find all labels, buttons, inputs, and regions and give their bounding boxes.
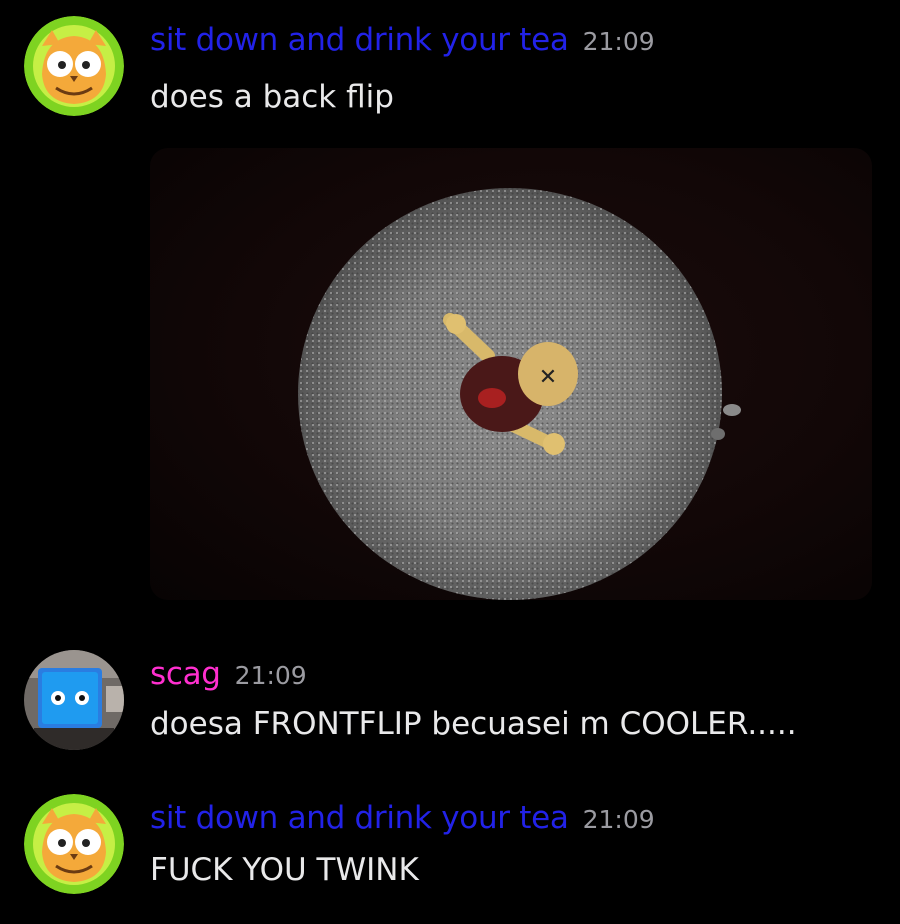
message-timestamp: 21:09 <box>234 661 307 690</box>
message-header: scag 21:09 <box>150 656 307 692</box>
owl-avatar-icon[interactable] <box>24 794 124 894</box>
message-text: FUCK YOU TWINK <box>150 852 419 888</box>
chat-message: sit down and drink your tea 21:09 does a … <box>0 0 900 610</box>
author-name[interactable]: scag <box>150 656 221 692</box>
ragdoll-on-gravel-image[interactable]: ✕ <box>150 148 872 600</box>
svg-text:✕: ✕ <box>539 365 557 390</box>
message-timestamp: 21:09 <box>582 805 655 834</box>
chat-message: scag 21:09 doesa FRONTFLIP becuasei m COO… <box>0 640 900 760</box>
message-header: sit down and drink your tea 21:09 <box>150 22 655 58</box>
message-timestamp: 21:09 <box>582 27 655 56</box>
chat-message: sit down and drink your tea 21:09 FUCK YO… <box>0 790 900 910</box>
author-name[interactable]: sit down and drink your tea <box>150 800 569 836</box>
message-header: sit down and drink your tea 21:09 <box>150 800 655 836</box>
message-text: doesa FRONTFLIP becuasei m COOLER..... <box>150 706 797 742</box>
blue-monitor-avatar-icon[interactable] <box>24 650 124 750</box>
owl-avatar-icon[interactable] <box>24 16 124 116</box>
author-name[interactable]: sit down and drink your tea <box>150 22 569 58</box>
ragdoll-figure: ✕ <box>443 313 741 455</box>
message-text: does a back flip <box>150 79 394 115</box>
